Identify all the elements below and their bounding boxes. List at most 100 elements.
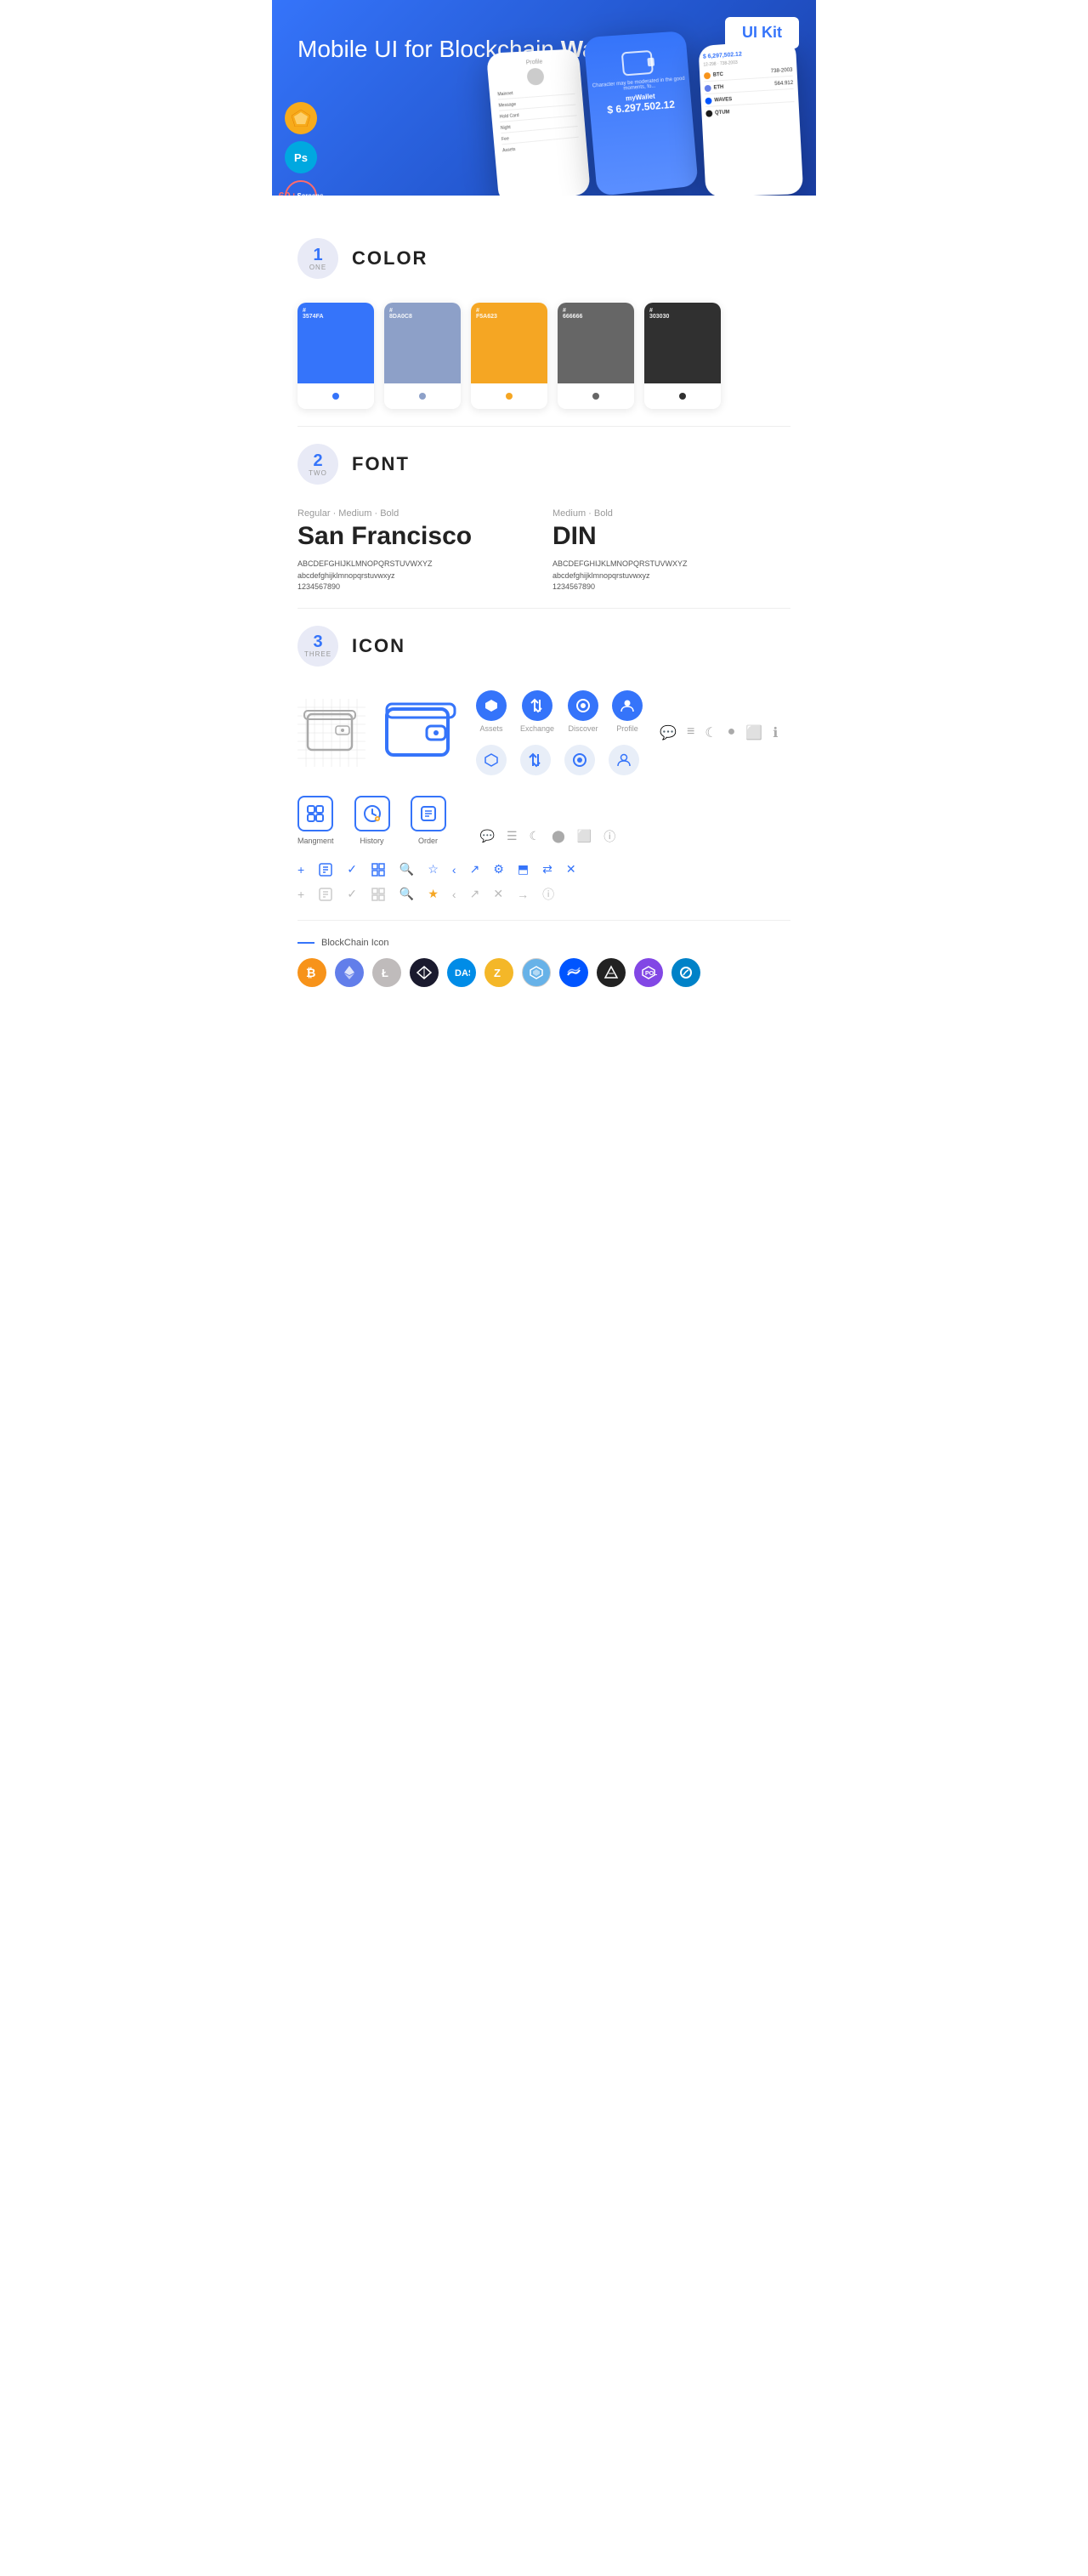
ar-icon (597, 958, 626, 987)
crescent-icon: ☾ (705, 724, 717, 741)
app-icons-row: Mangment History Order 💬 ☰ ☾ (298, 796, 790, 845)
qr-gray-icon (371, 887, 386, 902)
profile-label: Profile (616, 724, 638, 733)
font-sf-name: San Francisco (298, 522, 536, 551)
icon-wireframe-container (298, 699, 366, 767)
chevron-left-icon: ‹ (452, 863, 456, 877)
swatch-gray: #666666 (558, 303, 634, 409)
misc-icons: 💬 ≡ ☾ ● ⬜ ℹ (660, 724, 778, 741)
icon-history: History (354, 796, 390, 845)
screens-badge: 60+ Screens (285, 180, 317, 196)
nav-icons-container: Assets Exchange Discover (476, 690, 643, 775)
font-sf-lower: abcdefghijklmnopqrstuvwxyz (298, 570, 536, 582)
icon-section-badge: 3 THREE (298, 626, 338, 667)
assets-gray-icon (476, 745, 507, 775)
small-misc-icons: 💬 ☰ ☾ ⬤ ⬜ ⓘ (480, 828, 616, 845)
icon-discover: Discover (568, 690, 598, 733)
sketch-badge (285, 102, 317, 134)
swatch-blue: #3574FA (298, 303, 374, 409)
btc-icon: ₿ (298, 958, 326, 987)
hero-section: Mobile UI for Blockchain Wallet UI Kit P… (272, 0, 816, 196)
misc-icons-row1: 💬 ≡ ☾ ● ⬜ ℹ (660, 724, 778, 741)
phone-center: Character may be moderated in the good m… (583, 31, 698, 196)
main-content: 1 ONE COLOR #3574FA #8DA0C8 #F5A623 #666… (272, 196, 816, 1013)
swatch-orange: #F5A623 (471, 303, 547, 409)
svg-text:Z: Z (494, 967, 501, 979)
font-din-lower: abcdefghijklmnopqrstuvwxyz (552, 570, 790, 582)
document-gray-icon (318, 887, 333, 902)
font-section-header: 2 TWO FONT (298, 444, 790, 485)
export-icon: ⬒ (518, 862, 529, 877)
phone-right: $ 6,297,502.12 12-298 · 738-2003 BTC 738… (698, 39, 803, 196)
font-number-label: TWO (309, 469, 327, 477)
svg-text:DASH: DASH (455, 968, 470, 979)
check-icon: ✓ (347, 862, 357, 877)
settings-icon: ⚙ (493, 862, 504, 877)
svg-text:Ł: Ł (382, 967, 388, 979)
exchange-circle-icon (522, 690, 552, 721)
font-din: Medium · Bold DIN ABCDEFGHIJKLMNOPQRSTUV… (552, 508, 790, 591)
icon-assets: Assets (476, 690, 507, 733)
chat-icon: ⬜ (745, 724, 762, 741)
profile-circle-icon (612, 690, 643, 721)
assets-circle-icon (476, 690, 507, 721)
screens-count: 60+ (278, 190, 297, 196)
discover-gray-icon (564, 745, 595, 775)
icon-order: Order (411, 796, 446, 845)
icon-number: 3 (313, 633, 322, 650)
swatch-gray-blue: #8DA0C8 (384, 303, 461, 409)
forward-icon: → (517, 888, 529, 901)
wireframe-grid-icon (298, 699, 366, 767)
chevron-left-gray-icon: ‹ (452, 888, 456, 901)
info2-icon: ⓘ (604, 828, 615, 845)
nav-icons-row-outline (476, 745, 643, 775)
document-plus-icon (318, 862, 333, 877)
small-icons-section: + ✓ 🔍 ☆ ‹ ↗ ⚙ ⬒ ⇄ ✕ + ✓ 🔍 ★ ‹ ↗ ✕ → ⓘ (298, 862, 790, 903)
close2-gray-icon: ✕ (493, 887, 503, 901)
phone-left-screen: Profile Mainnet Message Hold Card Night … (486, 48, 591, 196)
plus-icon: + (298, 863, 304, 877)
hero-badges: Ps 60+ Screens (285, 102, 317, 196)
close-icon: ✕ (566, 862, 576, 877)
icon-assets-gray (476, 745, 507, 775)
photoshop-badge: Ps (285, 141, 317, 173)
assets-label: Assets (479, 724, 502, 733)
color-number-label: ONE (309, 264, 326, 271)
font-section-badge: 2 TWO (298, 444, 338, 485)
chat2-icon: 💬 (480, 829, 495, 843)
svg-text:POL: POL (645, 971, 657, 977)
ltc-icon: Ł (372, 958, 401, 987)
ui-kit-badge: UI Kit (725, 17, 799, 48)
info-gray-icon: ⓘ (542, 886, 554, 903)
qr-icon (371, 862, 386, 877)
blockchain-line-icon (298, 942, 314, 944)
small-icons-row-2: + ✓ 🔍 ★ ‹ ↗ ✕ → ⓘ (298, 886, 790, 903)
icon-management: Mangment (298, 796, 334, 845)
phone-left: Profile Mainnet Message Hold Card Night … (486, 48, 591, 196)
divider-2 (298, 608, 790, 609)
phone-mockups: Profile Mainnet Message Hold Card Night … (476, 26, 816, 196)
exchange-label: Exchange (520, 724, 554, 733)
layers-icon: ≡ (687, 724, 694, 741)
icon-number-label: THREE (304, 650, 332, 658)
wings-icon (410, 958, 439, 987)
screens-label: Screens (297, 193, 323, 196)
icon-section-header: 3 THREE ICON (298, 626, 790, 667)
phone-right-screen: $ 6,297,502.12 12-298 · 738-2003 BTC 738… (698, 39, 803, 196)
discover-circle-icon (568, 690, 598, 721)
svg-text:₿: ₿ (306, 966, 315, 979)
swatch-dark: #303030 (644, 303, 721, 409)
icon-title: ICON (352, 635, 405, 657)
management-icon (298, 796, 333, 831)
comment-icon: 💬 (660, 724, 677, 741)
share-gray-icon: ↗ (470, 887, 480, 901)
wallet-blue-icon (382, 692, 459, 769)
color-section-header: 1 ONE COLOR (298, 238, 790, 279)
star-icon: ☆ (428, 862, 439, 877)
waves-icon (559, 958, 588, 987)
divider-1 (298, 426, 790, 427)
swap-icon: ⇄ (542, 862, 552, 877)
icon-discover-gray (564, 745, 595, 775)
icon-showcase: Assets Exchange Discover (298, 690, 790, 775)
color-section-badge: 1 ONE (298, 238, 338, 279)
